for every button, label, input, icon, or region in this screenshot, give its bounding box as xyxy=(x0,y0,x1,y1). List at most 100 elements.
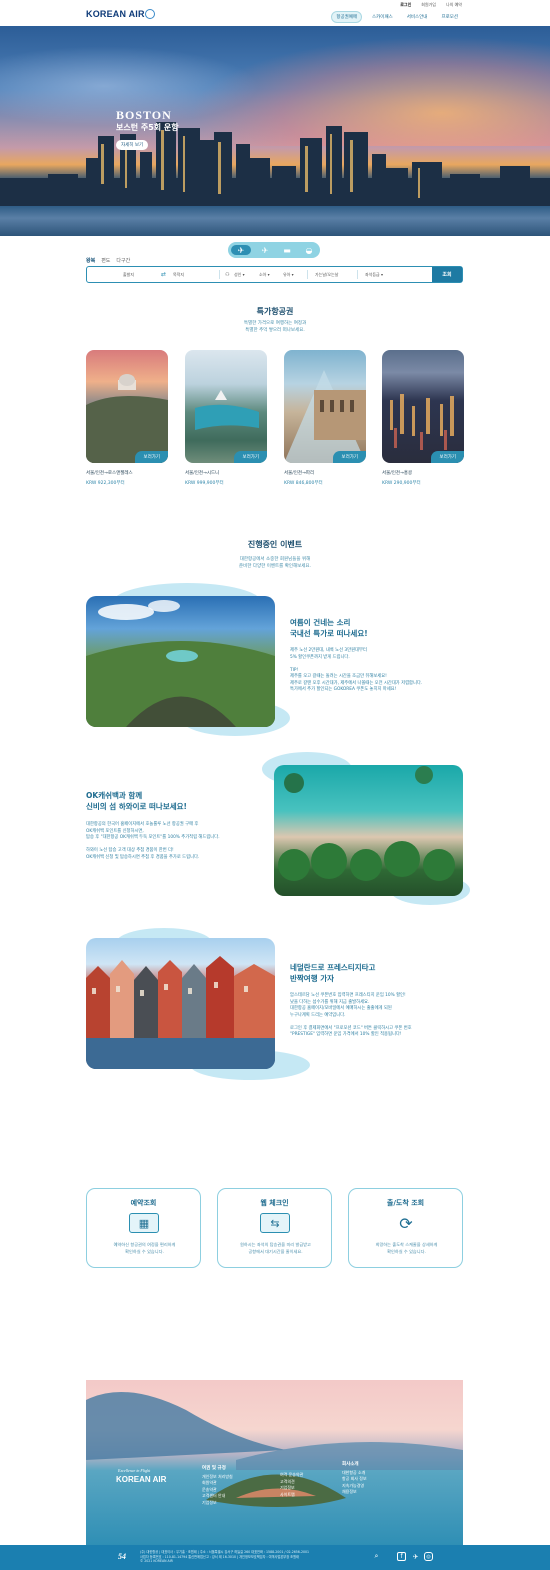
departure-field[interactable]: 출발지 xyxy=(123,267,134,282)
event-title-3: 네덜란드로 프레스티지타고 반짝여행 가자 xyxy=(290,962,375,984)
deal-more-button[interactable]: 보러가기 xyxy=(431,451,464,463)
infant-select[interactable]: 유아 ▾ xyxy=(283,267,294,282)
deals-title: 특가항공권 xyxy=(256,307,294,316)
nav-services[interactable]: 서비스안내 xyxy=(403,12,432,22)
deal-route: 서울/인천→홍콩 xyxy=(382,471,413,476)
deal-more-button[interactable]: 보러가기 xyxy=(135,451,168,463)
transport-mode-tabs: ✈ ✈ ▬ ◒ xyxy=(228,242,320,258)
footer-link[interactable]: 기업정보 xyxy=(202,1500,233,1507)
footer-links-col-2: 여객 운송약관 고객의견 기업정보 사이트맵 xyxy=(280,1472,303,1498)
main-nav: 항공권예매 스카이패스 서비스안내 프로모션 xyxy=(331,11,462,23)
event-title-line: OK캐쉬백과 함께 xyxy=(86,791,143,800)
footer-logo[interactable]: KOREAN AIR xyxy=(116,1475,166,1484)
child-select[interactable]: 소아 ▾ xyxy=(259,267,270,282)
event-line: 특가에서 추가 할인되는 GOKOREA 쿠폰도 놓치지 마세요! xyxy=(290,687,397,692)
night-city-illustration xyxy=(390,394,454,450)
deal-route: 서울/인천→시드니 xyxy=(185,471,220,476)
cabin-select[interactable]: 좌석등급 ▾ xyxy=(365,267,383,282)
search-icon[interactable]: ⌕ xyxy=(372,1552,381,1561)
login-link[interactable]: 로그인 xyxy=(400,2,411,8)
hero-detail-button[interactable]: 자세히 보기 xyxy=(116,140,149,150)
service-desc: 원하시는 좌석의 탑승권을 미리 발급받고 공항에서 대기시간을 줄이세요. xyxy=(228,1242,323,1255)
footer-links-col-3: 회사소개 대한항공 소개 항공 회사 정보 지속가능경영 채용정보 xyxy=(342,1462,367,1496)
event-image-netherlands[interactable] xyxy=(86,938,275,1069)
hotel-tab-icon[interactable]: ▬ xyxy=(279,245,295,255)
tab-round-trip[interactable]: 왕복 xyxy=(86,257,95,264)
footer-tagline: Excellence in Flight xyxy=(118,1468,151,1473)
footer-link[interactable]: 항공 회사 정보 xyxy=(342,1476,367,1483)
event-image-jeju[interactable] xyxy=(86,596,275,727)
event-text-1: 제주 노선 2만원대, 내륙 노선 3만원대부터 5% 할인쿠폰까지 받게 드립… xyxy=(290,648,422,694)
event-line: 암스테르담 노선 쿠폰번호 입력하면 프레스티지 운임 10% 할인! xyxy=(290,993,406,998)
service-title: 출/도착 조회 xyxy=(386,1199,425,1207)
divider xyxy=(307,270,308,279)
facebook-icon[interactable]: f xyxy=(397,1552,406,1561)
deal-more-button[interactable]: 보러가기 xyxy=(333,451,366,463)
deal-card-hong-kong[interactable]: 보러가기 서울/인천→홍콩 KRW 290,900부터 xyxy=(382,350,464,486)
signup-link[interactable]: 회원가입 xyxy=(421,2,436,8)
footer-link[interactable]: 여객 운송약관 xyxy=(280,1472,303,1479)
event-text-3: 암스테르담 노선 쿠폰번호 입력하면 프레스티지 운임 10% 할인! 낮을 다… xyxy=(290,993,412,1039)
crater-illustration xyxy=(86,600,275,727)
site-header: KOREAN AIR 로그인 회원가입 나의 예약 항공권예매 스카이패스 서비… xyxy=(0,0,550,26)
nav-booking[interactable]: 항공권예매 xyxy=(331,11,363,23)
taeguk-logo-icon xyxy=(145,9,155,19)
deal-route: 서울/인천→파리 xyxy=(284,471,315,476)
footer-link[interactable]: 사이트맵 xyxy=(280,1492,303,1499)
deal-card-paris[interactable]: 보러가기 서울/인천→파리 KRW 846,800부터 xyxy=(284,350,366,486)
event-image-hawaii[interactable] xyxy=(274,765,463,896)
event-title-line: 신비의 섬 하와이로 떠나보세요! xyxy=(86,802,187,811)
deal-card-sydney[interactable]: 보러가기 서울/인천→시드니 KRW 999,900부터 xyxy=(185,350,267,486)
event-title-2: OK캐쉬백과 함께 신비의 섬 하와이로 떠나보세요! xyxy=(86,790,187,812)
my-booking-link[interactable]: 나의 예약 xyxy=(446,2,462,8)
flight-tab-icon[interactable]: ✈ xyxy=(231,245,251,255)
service-desc: 예약하신 항공권의 여정을 편리하게 확인하실 수 있습니다. xyxy=(97,1242,192,1255)
flight-search-bar: 출발지 ⇄ 목적지 ⚇ 성인 ▾ 소아 ▾ 유아 ▾ 가는날/오는날 좌석등급 … xyxy=(86,266,463,283)
korean-air-logo[interactable]: KOREAN AIR xyxy=(86,9,145,19)
nav-skypass[interactable]: 스카이패스 xyxy=(368,12,397,22)
search-button[interactable]: 조회 xyxy=(432,267,462,282)
event-line: "PRESTIGE" 입력하면 운임 가격에서 10% 할인 적용됩니다! xyxy=(290,1032,402,1037)
event-title-line: 국내선 특가로 떠나세요! xyxy=(290,629,368,638)
tab-multi-city[interactable]: 다구간 xyxy=(116,257,130,264)
beach-illustration xyxy=(278,766,455,881)
event-title-line: 반짝여행 가자 xyxy=(290,974,335,983)
deal-card-los-angeles[interactable]: 보러가기 서울/인천→로스앤젤레스 KRW 922,300부터 xyxy=(86,350,168,486)
events-title: 진행중인 이벤트 xyxy=(247,540,303,549)
car-tab-icon[interactable]: ◒ xyxy=(301,245,317,255)
deal-route: 서울/인천→로스앤젤레스 xyxy=(86,471,133,476)
destination-field[interactable]: 목적지 xyxy=(173,267,184,282)
divider xyxy=(219,270,220,279)
event-title-line: 네덜란드로 프레스티지타고 xyxy=(290,963,376,972)
flight-hotel-tab-icon[interactable]: ✈ xyxy=(257,245,273,255)
service-desc-line: 확인하실 수 있습니다. xyxy=(125,1248,164,1254)
adult-select[interactable]: 성인 ▾ xyxy=(234,267,245,282)
nav-promotion[interactable]: 프로모션 xyxy=(437,12,462,22)
service-desc: 희망하는 출도착 스케줄을 상세하게 확인하실 수 있습니다. xyxy=(359,1242,454,1255)
footer-link[interactable]: 채용정보 xyxy=(342,1489,367,1496)
deal-more-button[interactable]: 보러가기 xyxy=(234,451,267,463)
event-title-line: 여름이 건네는 소리 xyxy=(290,618,351,627)
passenger-icon: ⚇ xyxy=(225,271,230,278)
trip-type-tabs: 왕복 편도 다구간 xyxy=(86,257,130,264)
swap-icon[interactable]: ⇄ xyxy=(161,267,166,282)
tab-one-way[interactable]: 편도 xyxy=(101,257,110,264)
footer-links-col-1: 여권 및 규정 개인정보 처리방침 회원약관 운송약관 고객센터 안내 기업정보 xyxy=(202,1466,233,1506)
city-skyline xyxy=(0,122,550,208)
service-arrival-status[interactable]: 출/도착 조회 ⟳ 희망하는 출도착 스케줄을 상세하게 확인하실 수 있습니다… xyxy=(348,1188,463,1268)
event-line: 탑승 후 "대한항공 OK캐쉬백 두둑 포인트"를 100% 추가적립 해드립니… xyxy=(86,835,220,840)
twitter-icon[interactable]: ✈ xyxy=(411,1552,420,1561)
service-desc-line: 확인하실 수 있습니다. xyxy=(387,1248,426,1254)
utility-links: 로그인 회원가입 나의 예약 xyxy=(400,2,462,8)
service-title: 예약조회 xyxy=(130,1199,157,1207)
divider xyxy=(357,270,358,279)
footer-island-image: Excellence in Flight KOREAN AIR 여권 및 규정 … xyxy=(86,1380,463,1545)
instagram-icon[interactable]: ◎ xyxy=(424,1552,433,1561)
date-field[interactable]: 가는날/오는날 xyxy=(315,267,338,282)
service-web-checkin[interactable]: 웹 체크인 ⇆ 원하시는 좌석의 탑승권을 미리 발급받고 공항에서 대기시간을… xyxy=(217,1188,332,1268)
hero-banner: BOSTON 보스턴 주5회 운항 자세히 보기 xyxy=(0,26,550,236)
deals-desc-1: 특별한 가격으로 여행하는 여정과 xyxy=(243,321,307,326)
hero-subtitle: 보스턴 주5회 운항 xyxy=(116,123,179,132)
harbor-illustration xyxy=(195,390,259,430)
service-booking-lookup[interactable]: 예약조회 ▦ 예약하신 항공권의 여정을 편리하게 확인하실 수 있습니다. xyxy=(86,1188,201,1268)
